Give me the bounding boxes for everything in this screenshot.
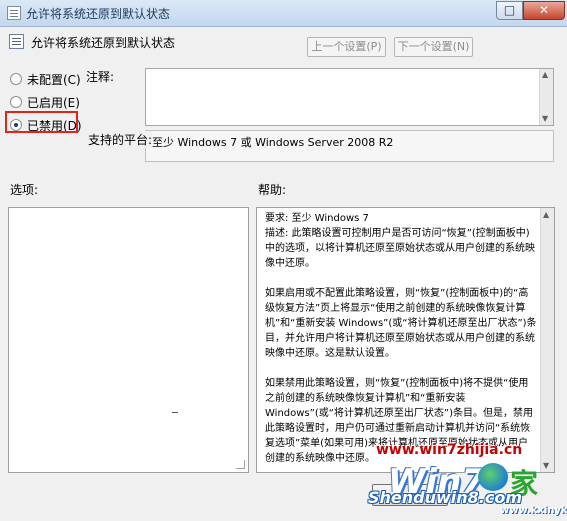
comment-textarea[interactable]: ▲ ▼: [145, 68, 554, 126]
next-setting-button[interactable]: 下一个设置(N): [394, 37, 473, 57]
platform-label: 支持的平台:: [86, 131, 153, 148]
options-label: 选项:: [10, 183, 39, 197]
comment-label: 注释:: [86, 70, 115, 84]
annotation-highlight-box: [5, 111, 78, 133]
help-text: 要求: 至少 Windows 7 描述: 此策略设置可控制用户是否可访问“恢复”…: [257, 208, 541, 472]
maximize-button[interactable]: □: [496, 1, 523, 20]
platform-value: 至少 Windows 7 或 Windows Server 2008 R2: [145, 130, 554, 162]
radio-circle[interactable]: [10, 73, 22, 85]
watermark-site: Shenduwin8.com: [368, 488, 523, 507]
scroll-up-icon[interactable]: ▲: [543, 210, 549, 219]
scroll-down-icon[interactable]: ▼: [542, 115, 548, 123]
scroll-up-icon[interactable]: ▲: [542, 71, 548, 79]
policy-icon: [7, 6, 21, 20]
scroll-down-icon[interactable]: ▼: [543, 461, 549, 470]
help-label: 帮助:: [258, 183, 287, 197]
setting-icon: [9, 34, 24, 49]
help-pane: 要求: 至少 Windows 7 描述: 此策略设置可控制用户是否可访问“恢复”…: [256, 207, 555, 473]
radio-label: 未配置(C): [27, 73, 81, 87]
help-scrollbar[interactable]: ▲ ▼: [540, 208, 554, 472]
help-description: 描述: 此策略设置可控制用户是否可访问“恢复”(控制面板中)中的选项，以将计算机…: [265, 228, 535, 269]
radio-circle[interactable]: [10, 96, 22, 108]
help-enabled-paragraph: 如果启用或不配置此策略设置，则“恢复”(控制面板中)的“高级恢复方法”页上将显示…: [265, 288, 537, 359]
resize-grip-icon[interactable]: [236, 460, 245, 469]
options-pane: [8, 207, 249, 473]
radio-label: 已启用(E): [27, 96, 80, 110]
watermark-url: www.win7zhijia.cn: [376, 442, 523, 458]
window-title: 允许将系统还原到默认状态: [26, 7, 171, 21]
watermark-small-url: www.kxinyk.com: [500, 505, 567, 516]
close-button[interactable]: ✕: [523, 1, 565, 20]
help-requirement: 要求: 至少 Windows 7: [265, 213, 369, 224]
comment-scrollbar[interactable]: ▲ ▼: [539, 69, 553, 125]
setting-title: 允许将系统还原到默认状态: [31, 36, 176, 50]
previous-setting-button[interactable]: 上一个设置(P): [307, 37, 386, 57]
title-bar: 允许将系统还原到默认状态 □ ✕: [0, 0, 567, 27]
windows-flag-icon: [478, 463, 508, 491]
options-marker: [172, 412, 178, 413]
